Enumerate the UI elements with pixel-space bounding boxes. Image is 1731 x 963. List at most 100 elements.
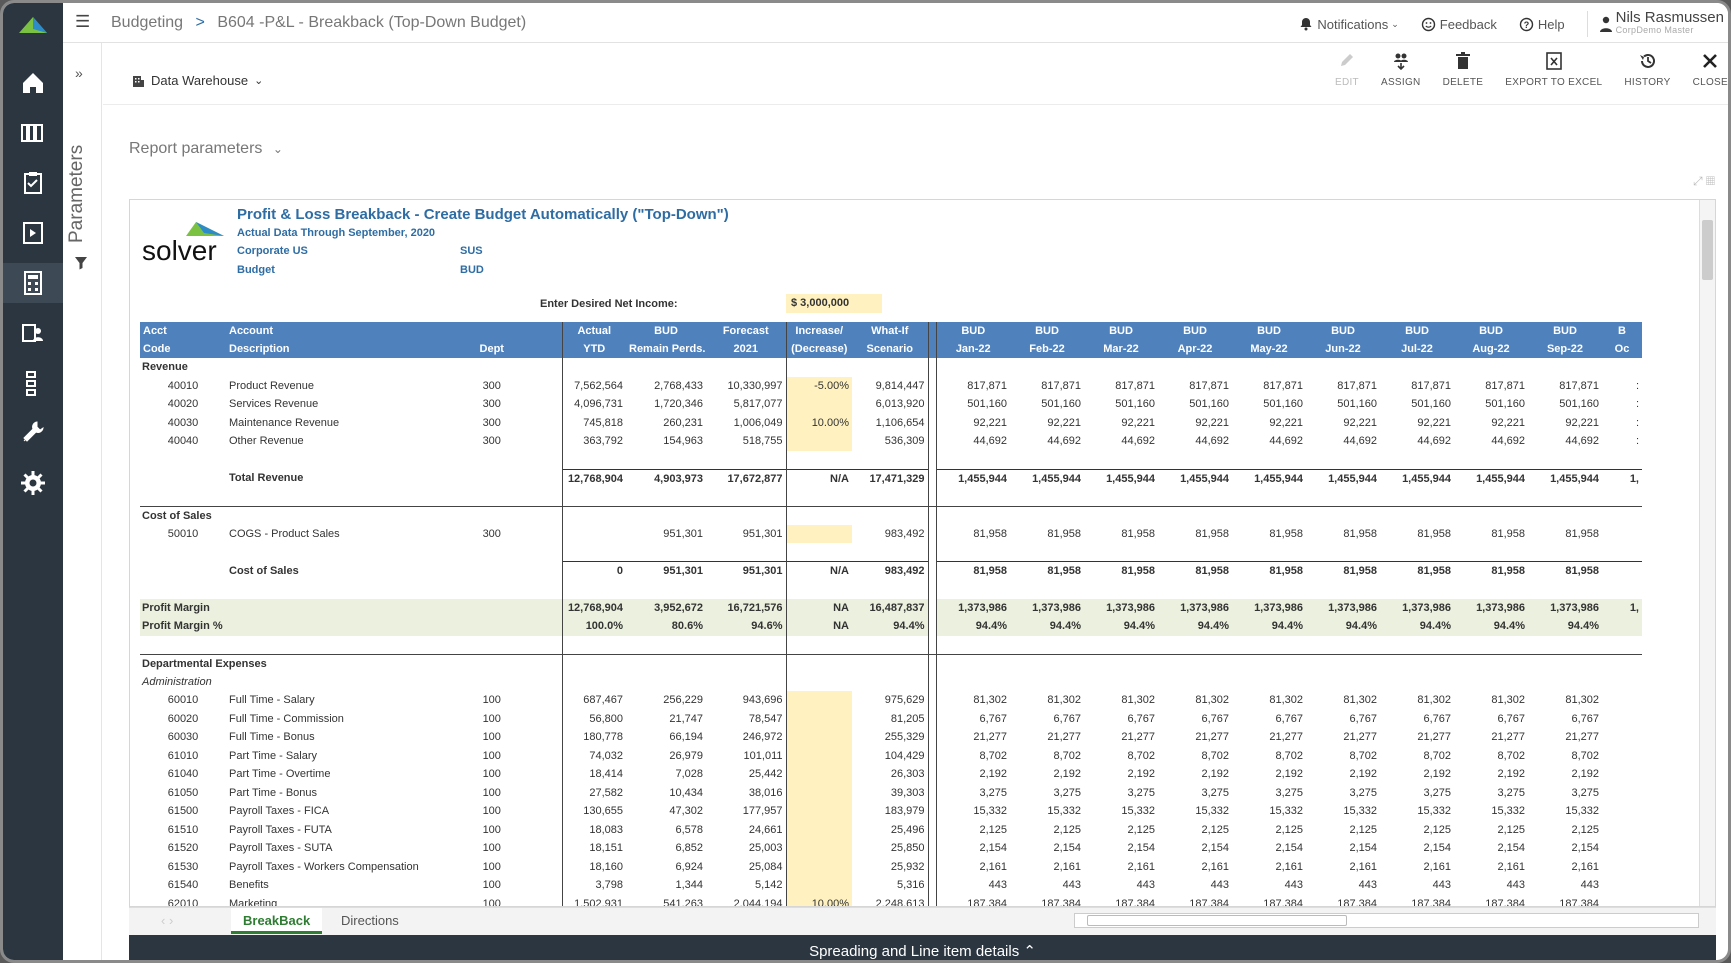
empty-cell xyxy=(1084,673,1158,692)
sidebar-item-clipboard[interactable] xyxy=(13,163,53,203)
cell: 3,275 xyxy=(1127,786,1155,799)
horizontal-scrollbar[interactable] xyxy=(1074,913,1699,928)
cell: 501,160 xyxy=(1411,398,1451,411)
cell[interactable] xyxy=(785,857,852,876)
table-row: 40010 Product Revenue 300 7,562,564 2,768,43… xyxy=(140,376,1642,395)
cell[interactable] xyxy=(785,691,852,710)
settings-icon xyxy=(21,471,45,495)
vertical-scrollbar[interactable] xyxy=(1699,200,1715,906)
parameters-panel-toggle[interactable]: » Parameters xyxy=(63,43,102,960)
cell: 300 xyxy=(482,379,501,392)
cell: 61530 xyxy=(167,860,199,873)
report-parameters-toggle[interactable]: Report parameters ⌄ xyxy=(129,140,283,158)
cell: 94.4% xyxy=(935,617,1010,636)
cell: 8,702 xyxy=(1423,749,1451,762)
empty-cell xyxy=(935,672,1010,691)
filter-icon[interactable] xyxy=(74,256,88,270)
empty-cell xyxy=(1454,654,1528,673)
cell[interactable] xyxy=(785,839,852,858)
menu-icon[interactable]: ☰ xyxy=(75,12,90,32)
cell: 260,231 xyxy=(663,416,703,429)
empty-cell xyxy=(1158,506,1232,525)
help-button[interactable]: ? Help xyxy=(1519,17,1565,32)
cell: Full Time - Bonus xyxy=(229,731,315,744)
tab-breakback[interactable]: BreakBack xyxy=(231,908,323,934)
cell: 21,747 xyxy=(669,712,703,725)
empty-cell xyxy=(1380,673,1454,692)
cell: 92,221 xyxy=(1417,416,1451,429)
sidebar-item-settings[interactable] xyxy=(13,463,53,503)
cell[interactable] xyxy=(785,432,852,451)
sidebar-item-user-doc[interactable] xyxy=(13,313,53,353)
empty-cell xyxy=(1380,488,1454,507)
column-gap xyxy=(928,876,936,895)
sidebar-item-home[interactable] xyxy=(13,63,53,103)
cell[interactable] xyxy=(785,765,852,784)
tab-nav-arrows[interactable]: ‹ › xyxy=(149,908,185,934)
empty-cell xyxy=(561,672,626,691)
cell: 518,755 xyxy=(742,435,783,448)
breadcrumb-page: B604 -P&L - Breakback (Top-Down Budget) xyxy=(217,14,527,31)
cell[interactable] xyxy=(785,802,852,821)
breadcrumb-root[interactable]: Budgeting xyxy=(111,14,183,31)
history-button[interactable]: HISTORY xyxy=(1624,51,1670,88)
cell[interactable]: -5.00% xyxy=(785,376,852,395)
data-source-dropdown[interactable]: Data Warehouse ⌄ xyxy=(131,73,263,88)
feedback-button[interactable]: Feedback xyxy=(1421,17,1497,32)
empty-cell xyxy=(1306,451,1380,470)
empty-cell xyxy=(706,543,786,562)
subsection-label: Administration xyxy=(142,675,212,688)
expand-sheet-icon[interactable]: ⤢ ▦ xyxy=(1693,174,1715,189)
cell[interactable] xyxy=(785,876,852,895)
scroll-thumb[interactable] xyxy=(1087,915,1347,926)
cell: 26,303 xyxy=(852,765,929,784)
column-gap xyxy=(928,839,936,858)
cell: 983,492 xyxy=(852,524,929,543)
edit-button[interactable]: EDIT xyxy=(1335,51,1359,88)
cell xyxy=(422,562,562,581)
tab-directions[interactable]: Directions xyxy=(329,908,411,934)
cell: 81,302 xyxy=(935,691,1010,710)
cell[interactable]: 10.00% xyxy=(785,413,852,432)
cell[interactable] xyxy=(785,709,852,728)
section-row: Cost of Sales xyxy=(140,506,1642,525)
export-excel-button[interactable]: EXPORT TO EXCEL xyxy=(1505,51,1602,88)
cell: 25,496 xyxy=(852,820,929,839)
cell[interactable] xyxy=(785,820,852,839)
sidebar-item-hierarchy[interactable] xyxy=(13,363,53,403)
spreading-details-bar[interactable]: Spreading and Line item details ⌃ xyxy=(129,935,1716,960)
empty-cell xyxy=(626,654,706,673)
delete-button[interactable]: DELETE xyxy=(1443,51,1484,88)
expand-icon[interactable]: » xyxy=(75,65,83,81)
cell: 1,455,944 xyxy=(1010,468,1084,488)
assign-button[interactable]: ASSIGN xyxy=(1381,51,1421,88)
cell[interactable] xyxy=(785,783,852,802)
cell: 81,958 xyxy=(1491,527,1525,540)
user-menu[interactable]: Nils Rasmussen CorpDemo Master xyxy=(1586,10,1728,37)
cell: 60030 xyxy=(167,731,199,744)
cell: BUD xyxy=(1084,322,1158,340)
cell: 2,192 xyxy=(1275,768,1303,781)
cell: 8,702 xyxy=(1497,749,1525,762)
cell[interactable] xyxy=(785,395,852,414)
sidebar-item-calculator[interactable] xyxy=(3,263,63,303)
desired-net-income-input[interactable]: $ 3,000,000 xyxy=(786,294,882,313)
sidebar-item-books[interactable] xyxy=(13,113,53,153)
sidebar-item-play-doc[interactable] xyxy=(13,213,53,253)
empty-cell xyxy=(852,450,929,469)
empty-cell xyxy=(1380,451,1454,470)
cell: 92,221 xyxy=(1121,416,1155,429)
cell[interactable] xyxy=(785,524,852,543)
cell[interactable] xyxy=(785,728,852,747)
cell: 300 xyxy=(482,398,501,411)
scroll-thumb[interactable] xyxy=(1702,220,1713,280)
close-button[interactable]: CLOSE xyxy=(1693,51,1728,88)
notifications-button[interactable]: Notifications ⌄ xyxy=(1299,17,1399,32)
cell[interactable] xyxy=(785,746,852,765)
cell xyxy=(226,617,422,636)
cell[interactable]: 10.00% xyxy=(785,894,852,906)
sidebar-item-tools[interactable] xyxy=(13,413,53,453)
empty-cell xyxy=(785,506,852,525)
empty-cell xyxy=(852,506,929,525)
cell xyxy=(1602,691,1642,710)
